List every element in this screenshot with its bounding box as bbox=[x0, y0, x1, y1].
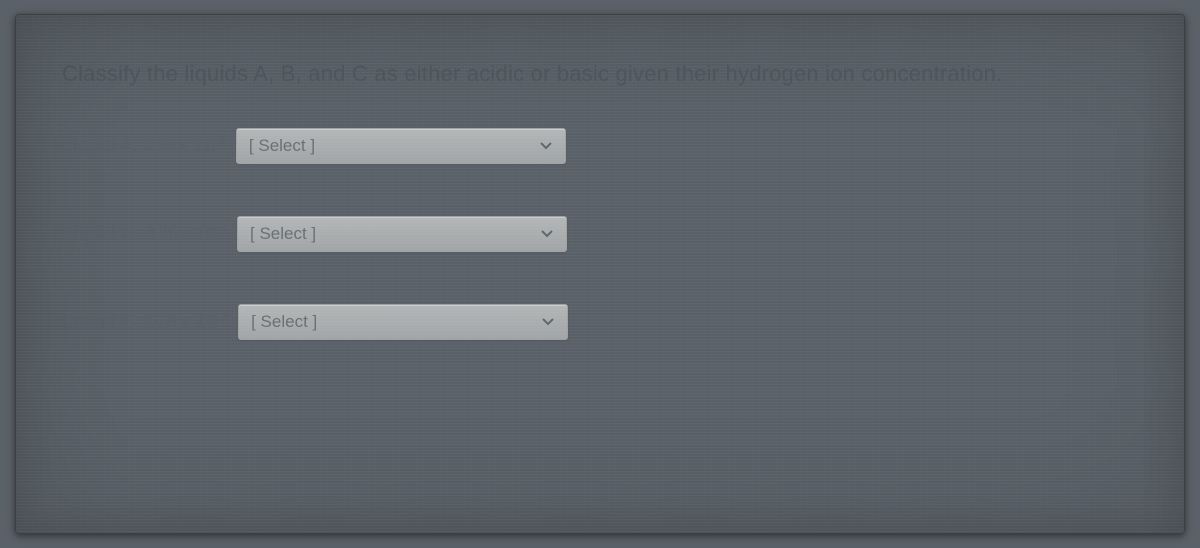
liquid-a-label: Liquid A: 2.6 x 10-6 bbox=[62, 135, 228, 158]
liquid-b-label: Liquid B: 4.8 x 10-7 bbox=[62, 223, 229, 246]
screen-vignette bbox=[16, 15, 1184, 533]
question-prompt: Classify the liquids A, B, and C as eith… bbox=[62, 57, 1138, 90]
select-placeholder: [ Select ] bbox=[249, 136, 539, 156]
chevron-down-icon bbox=[540, 227, 554, 241]
select-placeholder: [ Select ] bbox=[250, 224, 540, 244]
liquid-row-b: Liquid B: 4.8 x 10-7 [ Select ] bbox=[62, 216, 1138, 252]
liquid-a-select[interactable]: [ Select ] bbox=[236, 128, 566, 164]
liquid-row-c: Liquid C: 5.7 x 10-8 [ Select ] bbox=[62, 304, 1138, 340]
chevron-down-icon bbox=[539, 139, 553, 153]
liquid-c-label: Liquid C: 5.7 x 10-8 bbox=[62, 311, 230, 334]
select-placeholder: [ Select ] bbox=[251, 312, 541, 332]
liquid-c-select[interactable]: [ Select ] bbox=[238, 304, 568, 340]
question-panel: Classify the liquids A, B, and C as eith… bbox=[15, 14, 1185, 534]
liquid-row-a: Liquid A: 2.6 x 10-6 [ Select ] bbox=[62, 128, 1138, 164]
liquid-b-select[interactable]: [ Select ] bbox=[237, 216, 567, 252]
chevron-down-icon bbox=[541, 315, 555, 329]
